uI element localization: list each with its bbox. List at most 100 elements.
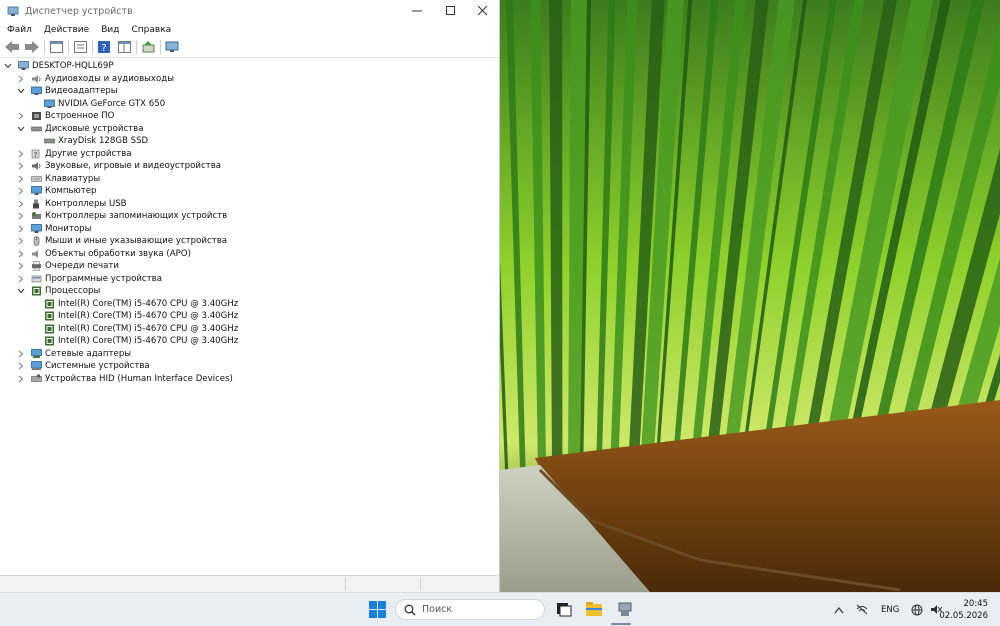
tree-category[interactable]: Видеоадаптеры [17,85,118,97]
tree-item-label: Сетевые адаптеры [45,348,132,359]
device-manager-taskbar-icon[interactable] [616,600,634,618]
tree-item-label: Очереди печати [45,261,119,271]
chevron-right-icon[interactable] [17,187,25,195]
chevron-right-icon[interactable] [17,350,25,358]
printer-icon [32,261,41,271]
chevron-right-icon[interactable] [17,112,25,120]
minimize-icon [412,10,422,12]
language-indicator[interactable]: ENG [881,605,899,615]
minimize-button[interactable] [400,0,434,22]
chevron-right-icon[interactable] [17,237,25,245]
tree-device[interactable]: Intel(R) Core(TM) i5-4670 CPU @ 3.40GHz [44,298,238,310]
chevron-right-icon[interactable] [17,200,25,208]
audio-apo-icon [32,249,38,258]
globe-icon[interactable] [911,604,924,616]
chevron-down-icon[interactable] [17,125,25,133]
status-divider [345,578,346,590]
toolbar-separator [92,40,93,54]
maximize-icon [446,6,455,15]
chevron-up-icon[interactable] [834,606,844,614]
chevron-right-icon[interactable] [17,175,25,183]
tree-item-label: Встроенное ПО [45,111,115,121]
keyboard-icon [31,175,42,182]
tree-category[interactable]: Мыши и иные указывающие устройства [17,235,227,247]
chevron-right-icon[interactable] [17,250,25,258]
properties-button[interactable] [72,39,88,55]
tree-category[interactable]: Встроенное ПО [17,110,114,122]
tree-category[interactable]: Системные устройства [17,360,150,372]
tree-item-label: Intel(R) Core(TM) i5-4670 CPU @ 3.40GHz [58,298,239,309]
network-offline-icon[interactable] [856,604,868,615]
chevron-right-icon[interactable] [17,262,25,270]
back-button[interactable] [4,39,20,55]
tree-item-label: Процессоры [45,286,101,296]
toolbar-separator [160,40,161,54]
chevron-right-icon[interactable] [17,362,25,370]
taskbar-search-box[interactable]: Поиск [395,599,545,620]
chevron-right-icon[interactable] [17,225,25,233]
chevron-down-icon[interactable] [4,62,12,70]
tree-item-label: Объекты обработки звука (APO) [45,248,191,259]
tree-root[interactable]: DESKTOP-HQLL69P [4,60,114,72]
tree-category[interactable]: Программные устройства [17,273,162,285]
help-button[interactable]: ? [96,39,112,55]
chevron-right-icon[interactable] [17,75,25,83]
tree-item-label: Intel(R) Core(TM) i5-4670 CPU @ 3.40GHz [58,336,239,346]
action-pane-button[interactable] [116,39,132,55]
tree-category[interactable]: Контроллеры USB [17,198,127,210]
console-tree-icon [49,41,63,53]
search-placeholder: Поиск [422,604,453,615]
system-tray: ENG [834,593,943,626]
close-button[interactable] [466,0,500,22]
tree-category[interactable]: Звуковые, игровые и видеоустройства [17,160,221,172]
file-explorer-icon[interactable] [585,600,603,618]
forward-button[interactable] [24,39,40,55]
tree-device[interactable]: Intel(R) Core(TM) i5-4670 CPU @ 3.40GHz [44,310,238,322]
tree-category[interactable]: Процессоры [17,285,100,297]
svg-text:?: ? [34,151,38,159]
chevron-right-icon[interactable] [17,162,25,170]
task-view-icon[interactable] [555,600,573,618]
tree-category[interactable]: Дисковые устройства [17,123,144,135]
tree-category[interactable]: Очереди печати [17,260,119,272]
processor-icon [32,286,41,296]
tree-item-label: Контроллеры запоминающих устройств [45,211,228,221]
device-manager-icon [7,6,19,16]
chevron-right-icon[interactable] [17,275,25,283]
tree-category[interactable]: Сетевые адаптеры [17,348,131,360]
processor-icon [45,324,54,333]
tree-category[interactable]: Устройства HID (Human Interface Devices) [17,373,233,385]
tree-category[interactable]: Клавиатуры [17,173,100,185]
menu-help[interactable]: Справка [131,25,171,35]
scan-hardware-button[interactable] [164,39,180,55]
tree-category[interactable]: Компьютер [17,185,97,197]
show-hide-console-tree-button[interactable] [48,39,64,55]
menu-view[interactable]: Вид [101,25,119,35]
tree-item-label: Видеоадаптеры [45,86,118,96]
tree-category[interactable]: Мониторы [17,223,91,235]
tree-device[interactable]: NVIDIA GeForce GTX 650 [44,98,165,110]
tree-category[interactable]: Аудиовходы и аудиовыходы [17,73,174,85]
clock[interactable]: 20:45 02.05.2026 [939,598,988,622]
tree-device[interactable]: Intel(R) Core(TM) i5-4670 CPU @ 3.40GHz [44,323,238,335]
title-bar[interactable]: Диспетчер устройств [0,0,499,22]
chevron-down-icon[interactable] [17,87,25,95]
maximize-button[interactable] [434,0,468,22]
menu-bar: Файл Действие Вид Справка [0,22,499,37]
tree-device[interactable]: XrayDisk 128GB SSD [44,135,148,147]
tree-device[interactable]: Intel(R) Core(TM) i5-4670 CPU @ 3.40GHz [44,335,238,347]
tree-category[interactable]: ? Другие устройства [17,148,132,160]
toolbar: ? [0,37,499,58]
tree-category[interactable]: Объекты обработки звука (APO) [17,248,191,260]
chevron-right-icon[interactable] [17,375,25,383]
chevron-right-icon[interactable] [17,212,25,220]
windows-start-icon[interactable] [369,601,386,618]
menu-file[interactable]: Файл [7,25,32,35]
chevron-right-icon[interactable] [17,150,25,158]
menu-action[interactable]: Действие [44,25,89,35]
update-driver-button[interactable] [140,39,156,55]
svg-text:?: ? [101,43,106,53]
tree-category[interactable]: Контроллеры запоминающих устройств [17,210,227,222]
network-adapter-icon [31,348,42,358]
chevron-down-icon[interactable] [17,287,25,295]
